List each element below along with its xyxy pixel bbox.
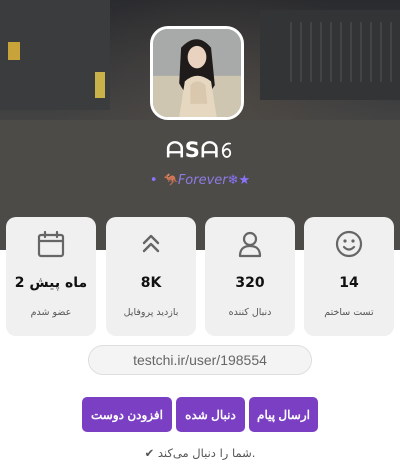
cover-fence [290, 22, 400, 82]
cover-post [95, 72, 105, 98]
send-message-button[interactable]: ارسال پیام [249, 397, 318, 432]
stat-value: 2 ماه پیش [14, 275, 88, 291]
stat-card-followers[interactable]: 320 دنبال کننده [205, 217, 295, 336]
stat-value: 8K [140, 275, 162, 291]
profile-url-field[interactable]: testchi.ir/user/198554 [88, 345, 312, 375]
stats-row: 14 تست ساختم 320 دنبال کننده 8K بازدید پ… [6, 217, 394, 337]
stat-label: عضو شدم [30, 307, 72, 318]
stat-card-tests[interactable]: 14 تست ساختم [304, 217, 394, 336]
profile-username: ᗩSᗩ𝟼 [166, 138, 234, 162]
stat-label: بازدید پروفایل [123, 307, 179, 318]
stat-value: 14 [339, 275, 359, 291]
stat-card-views[interactable]: 8K بازدید پروفایل [106, 217, 196, 336]
profile-bio: • 🦘Forever❄★ [0, 173, 400, 188]
add-friend-button[interactable]: افزودن دوست [82, 397, 172, 432]
stat-label: تست ساختم [324, 307, 374, 318]
bio-text: Forever [177, 173, 228, 188]
stat-card-joined[interactable]: 2 ماه پیش عضو شدم [6, 217, 96, 336]
smiley-icon [335, 230, 363, 258]
stat-label: دنبال کننده [228, 307, 272, 318]
double-chevron-up-icon [142, 234, 160, 253]
avatar-photo [153, 29, 241, 117]
followed-button[interactable]: دنبال شده [176, 397, 245, 432]
user-icon [238, 231, 262, 258]
calendar-icon [37, 230, 65, 258]
stat-value: 320 [235, 275, 265, 291]
avatar[interactable] [150, 26, 244, 120]
bio-bullet: • [149, 173, 158, 188]
follows-you-note: ✔ شما را دنبال می‌کند. [144, 446, 256, 460]
cover-sign [8, 42, 20, 60]
bio-decoration: ❄★ [227, 173, 251, 188]
kangaroo-icon: 🦘 [161, 173, 178, 188]
